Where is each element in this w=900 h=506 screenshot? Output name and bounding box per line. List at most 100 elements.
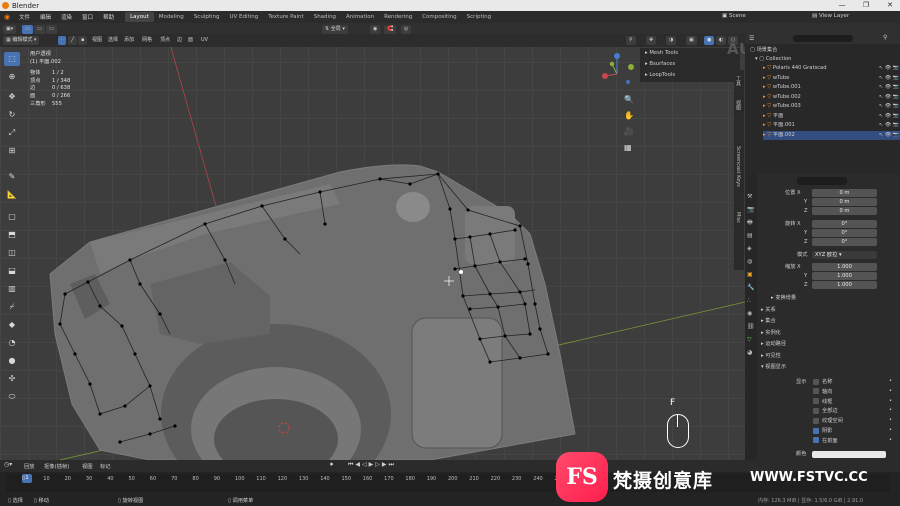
solid-shading-icon[interactable]: ● [704, 36, 715, 45]
menu-add[interactable]: 添加 [124, 36, 134, 45]
view-layer-selector[interactable]: ▤ View Layer [812, 13, 849, 19]
keyframe-dot-icon[interactable]: • [889, 427, 892, 433]
zoom-icon[interactable]: 🔍 [624, 92, 634, 108]
vertex-select-icon[interactable]: ⋅ [58, 36, 66, 45]
visibility-icon[interactable]: ↖ 👁 📷 [879, 121, 899, 130]
pan-hand-icon[interactable]: ✋ [624, 108, 634, 124]
scene-tab-icon[interactable]: ◈ [747, 242, 755, 255]
smooth-tool-icon[interactable]: ● [4, 354, 20, 368]
visibility-icon[interactable]: ↖ 👁 📷 [879, 64, 899, 73]
color-swatch[interactable] [812, 451, 886, 458]
visibility-icon[interactable]: ↖ 👁 📷 [879, 112, 899, 121]
select-box-mode-icon[interactable]: ▭ [22, 25, 33, 34]
panel-looptools[interactable]: ▸ LoopTools [645, 70, 740, 81]
menu-help[interactable]: 帮助 [98, 13, 119, 21]
filter-icon[interactable]: ⚲ [883, 34, 887, 41]
timeline-menu-marker[interactable]: 标记 [100, 462, 111, 470]
material-tab-icon[interactable]: ◕ [747, 346, 755, 359]
tab-rendering[interactable]: Rendering [379, 12, 417, 22]
keyframe-dot-icon[interactable]: • [889, 398, 892, 404]
menu-vertex[interactable]: 顶点 [160, 36, 170, 45]
tab-shading[interactable]: Shading [309, 12, 341, 22]
blender-menu-icon[interactable]: ◉ [0, 13, 14, 21]
outliner-item[interactable]: ▸ ▽ 平面.002 ↖ 👁 📷 [763, 130, 900, 140]
proportional-editing-icon[interactable]: ◎ [401, 25, 412, 34]
object-tab-icon[interactable]: ▣ [747, 268, 755, 281]
face-select-icon[interactable]: ▪ [78, 36, 88, 45]
render-tab-icon[interactable]: 📷 [747, 203, 755, 216]
shrink-fatten-tool-icon[interactable]: ⬭ [4, 390, 20, 404]
tab-texture-paint[interactable]: Texture Paint [263, 12, 309, 22]
tab-compositing[interactable]: Compositing [417, 12, 461, 22]
menu-uv[interactable]: UV [201, 36, 208, 45]
particles-tab-icon[interactable]: ∴ [747, 294, 755, 307]
display-option[interactable]: 线框 • [813, 398, 892, 405]
select-subtract-icon[interactable]: ▭ [46, 25, 57, 34]
checkbox-icon[interactable] [813, 398, 819, 405]
visibility-icon[interactable]: ↖ 👁 📷 [879, 93, 899, 102]
keyframe-dot-icon[interactable]: • [889, 407, 892, 413]
bevel-tool-icon[interactable]: ⬓ [4, 264, 20, 278]
display-option[interactable]: 名称 • [813, 378, 892, 385]
extrude-tool-icon[interactable]: ⬒ [4, 228, 20, 242]
move-tool-icon[interactable]: ✥ [4, 90, 20, 104]
scale-tool-icon[interactable]: ⤢ [4, 126, 20, 140]
properties-section[interactable]: ▸ 变换增量 [771, 294, 796, 301]
outliner-item[interactable]: ▸ ▽ wTube.003 ↖ 👁 📷 [763, 102, 900, 111]
rotation-y-field[interactable]: 0° [812, 229, 877, 237]
outliner-editor-icon[interactable]: ☰ [749, 35, 754, 42]
xray-toggle-icon[interactable]: ▣ [686, 36, 697, 45]
select-extend-icon[interactable]: ▭ [34, 25, 45, 34]
tab-misc[interactable]: Misc [735, 212, 741, 223]
select-tool-icon[interactable]: ⬚ [4, 52, 20, 66]
annotate-tool-icon[interactable]: ✎ [4, 170, 20, 184]
visibility-icon[interactable]: ↖ 👁 📷 [879, 83, 899, 92]
location-z-field[interactable]: 0 m [812, 207, 877, 215]
tab-sculpting[interactable]: Sculpting [189, 12, 225, 22]
visibility-icon[interactable]: ↖ 👁 📷 [879, 74, 899, 83]
menu-select[interactable]: 选择 [108, 36, 118, 45]
checkbox-checked-icon[interactable] [813, 437, 819, 444]
panel-bsurfaces[interactable]: ▸ Bsurfaces [645, 59, 740, 70]
output-tab-icon[interactable]: 🖶 [747, 216, 755, 229]
outliner-item[interactable]: ▸ ▽ 平面 ↖ 👁 📷 [763, 112, 900, 121]
checkbox-icon[interactable] [813, 417, 819, 424]
timeline-menu-view[interactable]: 视图 [82, 462, 93, 470]
properties-section[interactable]: ▸ 实例化 [761, 329, 781, 336]
transform-orientation-dropdown[interactable]: ⇅ 全局 ▾ [322, 25, 348, 34]
checkbox-icon[interactable] [813, 378, 819, 385]
grid-icon[interactable]: ▦ [624, 140, 634, 156]
tab-scripting[interactable]: Scripting [462, 12, 496, 22]
properties-section[interactable]: ▸ 可见性 [761, 352, 781, 359]
constraints-tab-icon[interactable]: ⛓ [747, 320, 755, 333]
gizmo-toggle-icon[interactable]: ✥ [646, 36, 657, 45]
menu-face[interactable]: 面 [188, 36, 193, 45]
editor-type-button[interactable]: ▣▾ [3, 25, 17, 34]
tool-tab-icon[interactable]: ⚒ [747, 190, 755, 203]
edge-select-icon[interactable]: ╱ [68, 36, 78, 45]
outliner-item[interactable]: ▸ ▽ wTube.001 ↖ 👁 📷 [763, 83, 900, 92]
camera-icon[interactable]: 🎥 [624, 124, 634, 140]
display-option[interactable]: 轴向 • [813, 388, 892, 395]
scale-y-field[interactable]: 1.000 [812, 272, 877, 280]
checkbox-checked-icon[interactable] [813, 427, 819, 434]
scale-z-field[interactable]: 1.000 [812, 281, 877, 289]
menu-edge[interactable]: 边 [177, 36, 182, 45]
keyframe-dot-icon[interactable]: • [889, 378, 892, 384]
properties-section[interactable]: ▸ 关系 [761, 306, 776, 313]
tab-layout[interactable]: Layout [125, 12, 154, 22]
keyframe-dot-icon[interactable]: • [889, 417, 892, 423]
properties-section[interactable]: ▸ 运动路径 [761, 340, 786, 347]
material-shading-icon[interactable]: ◐ [716, 36, 727, 45]
menu-mesh[interactable]: 网格 [142, 36, 152, 45]
properties-section[interactable]: ▾ 视图显示 [761, 363, 786, 370]
menu-file[interactable]: 文件 [14, 13, 35, 21]
checkbox-icon[interactable] [813, 407, 819, 414]
world-tab-icon[interactable]: ◍ [747, 255, 755, 268]
visibility-icon[interactable]: ↖ 👁 📷 [879, 102, 899, 111]
checkbox-icon[interactable] [813, 388, 819, 395]
timeline-menu-playback[interactable]: 回放 [24, 462, 35, 470]
shear-tool-icon[interactable]: ✣ [4, 372, 20, 386]
outliner-item[interactable]: ▸ ▽ wTube.002 ↖ 👁 📷 [763, 93, 900, 102]
menu-view[interactable]: 视图 [92, 36, 102, 45]
